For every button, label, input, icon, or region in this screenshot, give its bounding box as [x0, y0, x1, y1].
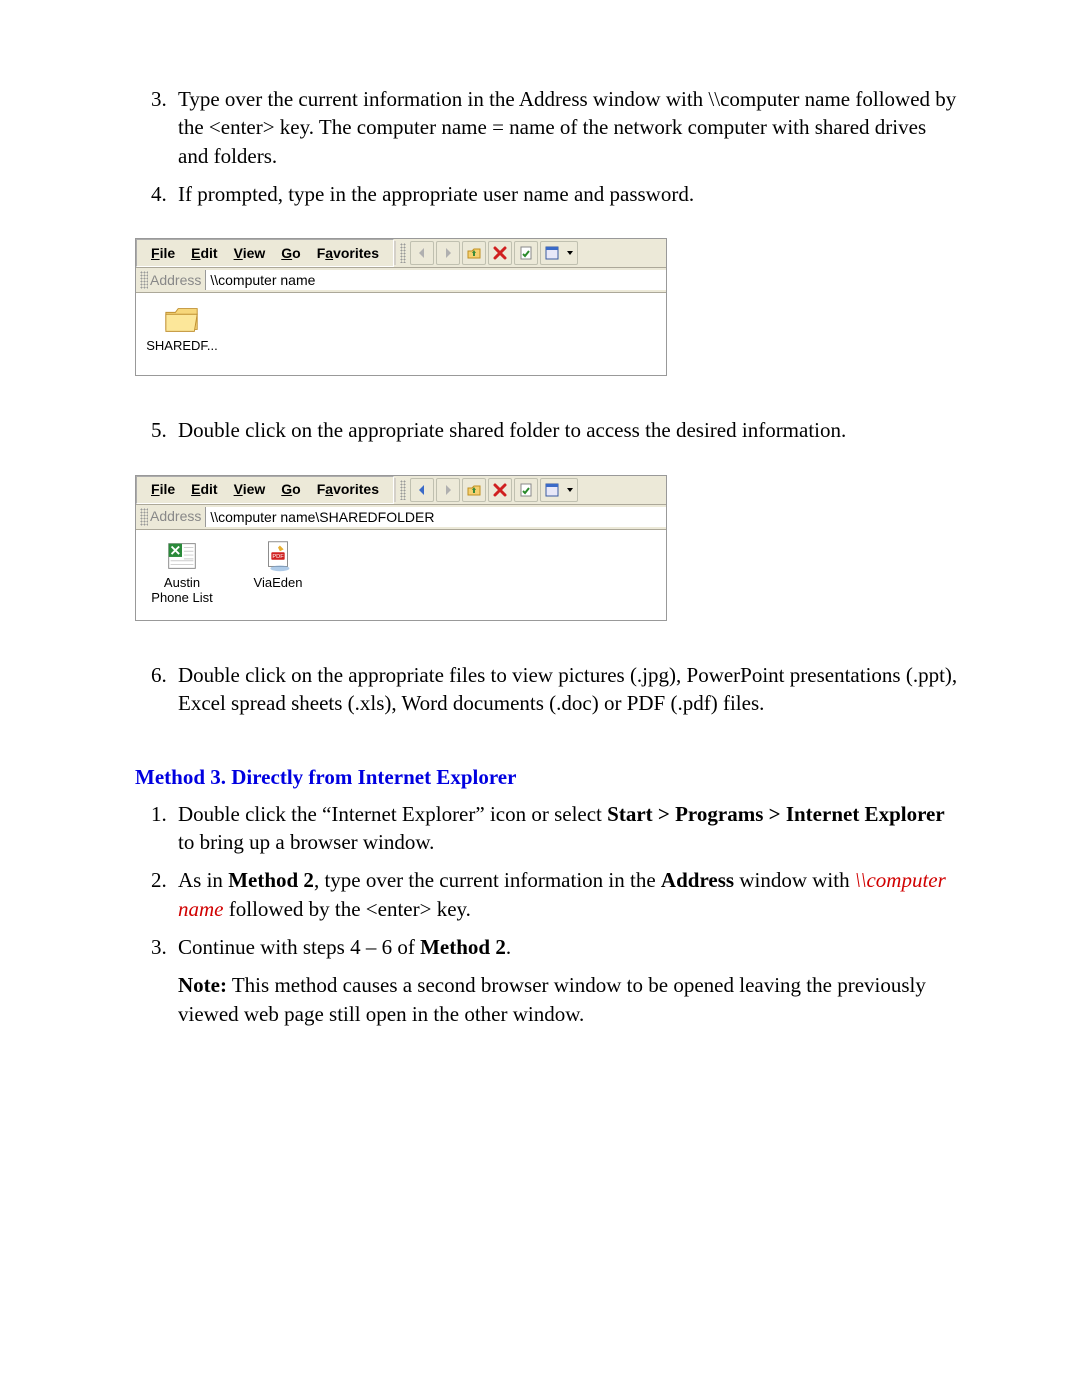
menu-favorites[interactable]: Favorites [309, 242, 387, 265]
forward-arrow-icon [440, 245, 456, 261]
address-grip[interactable] [140, 508, 148, 526]
up-folder-icon [466, 482, 482, 498]
text-bold: Address [661, 868, 734, 892]
text: Continue with steps 4 – 6 of [178, 935, 420, 959]
address-bar: Address \\computer name [136, 268, 666, 293]
menu-go[interactable]: Go [273, 478, 308, 501]
address-label: Address [150, 271, 205, 290]
text-bold: Method 2 [228, 868, 314, 892]
note: Note: This method causes a second browse… [178, 971, 960, 1028]
views-button[interactable] [540, 241, 578, 265]
toolbar-grip[interactable] [400, 243, 406, 263]
pdf-icon: PDF [259, 538, 297, 574]
menu-file[interactable]: File [143, 478, 183, 501]
properties-button[interactable] [514, 241, 538, 265]
text: , type over the current information in t… [314, 868, 661, 892]
instruction-list-b: Double click on the appropriate shared f… [135, 416, 960, 444]
text-bold: Method 2 [420, 935, 506, 959]
text: Double click the “Internet Explorer” ico… [178, 802, 607, 826]
text: . [506, 935, 511, 959]
file-label: ViaEden [254, 576, 303, 591]
properties-icon [518, 482, 534, 498]
file-item-xls[interactable]: Austin Phone List [146, 538, 218, 606]
note-text: This method causes a second browser wind… [178, 973, 926, 1025]
svg-text:PDF: PDF [272, 554, 284, 560]
menu-file[interactable]: File [143, 242, 183, 265]
m3-step-1: Double click the “Internet Explorer” ico… [172, 800, 960, 857]
text: window with [734, 868, 855, 892]
forward-button[interactable] [436, 478, 460, 502]
note-label: Note: [178, 973, 227, 997]
toolbar [394, 478, 582, 502]
back-button[interactable] [410, 478, 434, 502]
menubar: File Edit View Go Favorites [136, 476, 666, 505]
text: As in [178, 868, 228, 892]
file-item-pdf[interactable]: PDF ViaEden [242, 538, 314, 606]
toolbar-grip[interactable] [400, 480, 406, 500]
explorer-window-2: File Edit View Go Favorites [135, 475, 667, 621]
menu-go[interactable]: Go [273, 242, 308, 265]
address-input[interactable]: \\computer name [205, 270, 666, 290]
back-arrow-icon [414, 245, 430, 261]
address-grip[interactable] [140, 271, 148, 289]
content-area: SHAREDF... [136, 293, 666, 375]
forward-arrow-icon [440, 482, 456, 498]
step-3: Type over the current information in the… [172, 85, 960, 170]
delete-button[interactable] [488, 241, 512, 265]
toolbar [394, 241, 582, 265]
step-6: Double click on the appropriate files to… [172, 661, 960, 718]
back-arrow-icon [414, 482, 430, 498]
method-3-heading: Method 3. Directly from Internet Explore… [135, 763, 960, 791]
address-bar: Address \\computer name\SHAREDFOLDER [136, 505, 666, 530]
address-label: Address [150, 507, 205, 526]
text: followed by the <enter> key. [224, 897, 471, 921]
instruction-list-a: Type over the current information in the… [135, 85, 960, 208]
views-icon [544, 482, 560, 498]
views-button[interactable] [540, 478, 578, 502]
chevron-down-icon [566, 486, 574, 494]
up-button[interactable] [462, 241, 486, 265]
folder-item-sharedf[interactable]: SHAREDF... [146, 301, 218, 361]
text: to bring up a browser window. [178, 830, 434, 854]
excel-icon [163, 538, 201, 574]
menu-edit[interactable]: Edit [183, 242, 225, 265]
up-button[interactable] [462, 478, 486, 502]
menu-edit[interactable]: Edit [183, 478, 225, 501]
method-3-list: Double click the “Internet Explorer” ico… [135, 800, 960, 1028]
file-label: Austin Phone List [146, 576, 218, 606]
menu-favorites[interactable]: Favorites [309, 478, 387, 501]
explorer-window-1: File Edit View Go Favorites [135, 238, 667, 376]
folder-icon [163, 301, 201, 337]
back-button[interactable] [410, 241, 434, 265]
address-input[interactable]: \\computer name\SHAREDFOLDER [205, 507, 666, 527]
step-4: If prompted, type in the appropriate use… [172, 180, 960, 208]
step-5: Double click on the appropriate shared f… [172, 416, 960, 444]
m3-step-2: As in Method 2, type over the current in… [172, 866, 960, 923]
delete-x-icon [492, 245, 508, 261]
delete-x-icon [492, 482, 508, 498]
menubar: File Edit View Go Favorites [136, 239, 666, 268]
delete-button[interactable] [488, 478, 512, 502]
properties-icon [518, 245, 534, 261]
menu-view[interactable]: View [226, 478, 274, 501]
m3-step-3: Continue with steps 4 – 6 of Method 2. N… [172, 933, 960, 1028]
text-bold: Start > Programs > Internet Explorer [607, 802, 945, 826]
forward-button[interactable] [436, 241, 460, 265]
folder-label: SHAREDF... [146, 339, 218, 354]
properties-button[interactable] [514, 478, 538, 502]
up-folder-icon [466, 245, 482, 261]
instruction-list-c: Double click on the appropriate files to… [135, 661, 960, 718]
menu-view[interactable]: View [226, 242, 274, 265]
content-area: Austin Phone List PDF ViaEden [136, 530, 666, 620]
chevron-down-icon [566, 249, 574, 257]
views-icon [544, 245, 560, 261]
